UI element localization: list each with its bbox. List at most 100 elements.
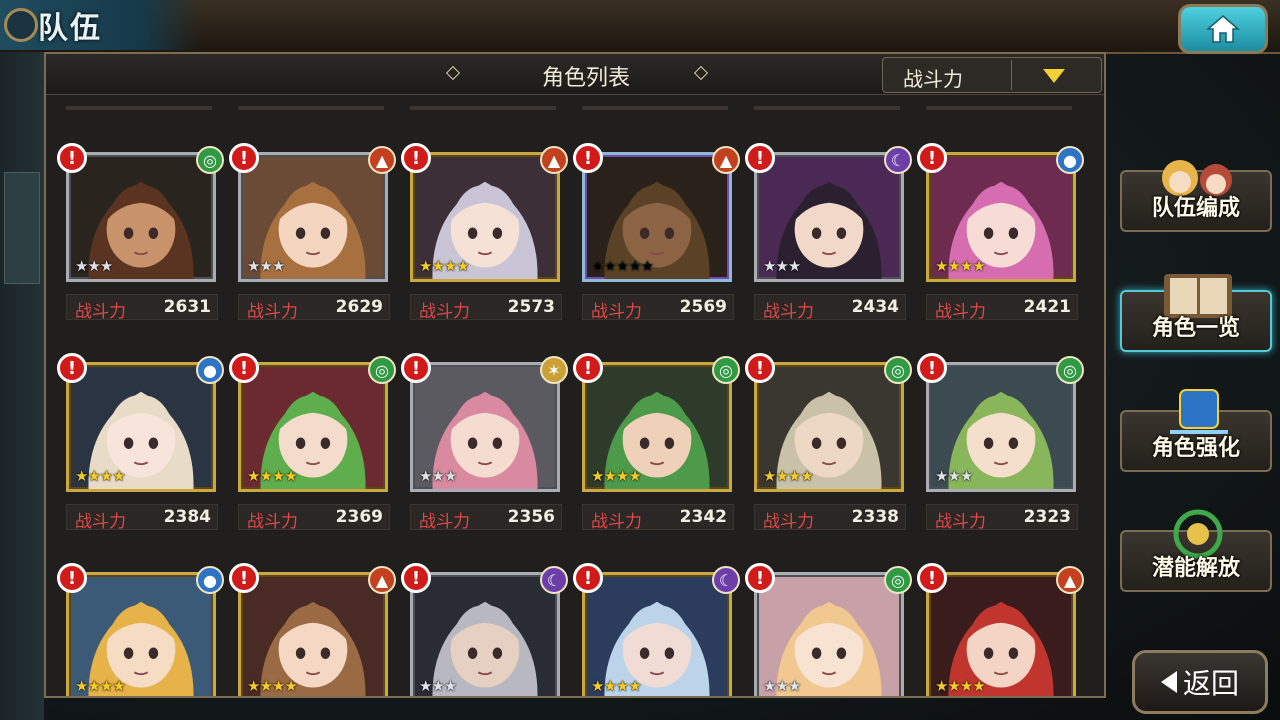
alert-badge-icon: ! [573,563,603,593]
dark-element-icon: ☾ [540,566,568,594]
rarity-stars: ★★★ [763,257,801,275]
character-portrait[interactable]: ★★★★ [926,572,1076,696]
alert-badge-icon: ! [57,143,87,173]
rarity-stars: ★★★★ [247,677,298,695]
home-icon [1206,15,1240,43]
power-label: 战斗力 [419,512,470,532]
alert-badge-icon: ! [573,353,603,383]
character-portrait[interactable]: ★★★★ [238,572,388,696]
rarity-stars: ★★★★ [75,677,126,695]
rarity-stars: ★★★★ [763,467,814,485]
wind-element-icon: ◎ [368,356,396,384]
character-portrait[interactable]: ★★★★ [66,362,216,492]
top-bar: 队伍 [0,0,1280,54]
menu-label: 潜能解放 [1151,556,1240,581]
panel-header: 角色列表 战斗力 [46,54,1104,95]
character-portrait[interactable]: ★★★★ [66,572,216,696]
sort-dropdown[interactable]: 战斗力 [882,57,1102,93]
alert-badge-icon: ! [745,563,775,593]
power-bar: 战斗力 2631 [66,294,218,322]
character-portrait[interactable]: ★★★★★ [582,152,732,282]
power-bar: 战斗力 2629 [238,294,390,322]
previous-row-stub [410,106,556,110]
alert-badge-icon: ! [229,353,259,383]
power-bar: 战斗力 2356 [410,504,562,532]
power-bar: 战斗力 2573 [410,294,562,322]
power-value: 2323 [1023,507,1071,527]
rarity-stars: ★★★★ [247,467,298,485]
wind-element-icon: ◎ [884,566,912,594]
panel-title: 角色列表 [541,66,630,91]
rarity-stars: ★★★ [419,467,457,485]
power-bar: 战斗力 2342 [582,504,734,532]
team-formation-button[interactable]: 队伍编成 [1120,160,1272,232]
fire-element-icon: ▲ [368,566,396,594]
rarity-stars: ★★★★ [419,257,470,275]
character-portrait[interactable]: ★★★ [926,362,1076,492]
wind-element-icon: ◎ [196,146,224,174]
rarity-stars: ★★★ [935,467,973,485]
dropdown-arrow-icon[interactable] [1043,69,1065,83]
power-value: 2434 [851,297,899,317]
water-element-icon: ● [196,356,224,384]
light-element-icon: ✶ [540,356,568,384]
character-portrait[interactable]: ★★★ [410,572,560,696]
character-portrait[interactable]: ★★★★ [926,152,1076,282]
alert-badge-icon: ! [229,143,259,173]
character-list-button[interactable]: 角色一览 [1120,274,1272,352]
diamond-ornament-icon [693,65,709,81]
power-bar: 战斗力 2434 [754,294,906,322]
alert-badge-icon: ! [401,353,431,383]
character-list-panel: ★★★! ◎ 战斗力 2631 ★★★! ▲ 战斗力 2629 ★★★★! ▲ 战斗力 2573 ★★★… [44,52,1106,698]
rarity-stars: ★★★★ [591,467,642,485]
power-label: 战斗力 [247,512,298,532]
character-enhance-button[interactable]: 角色强化 [1120,389,1272,472]
power-value: 2573 [507,297,555,317]
power-value: 2384 [163,507,211,527]
character-portrait[interactable]: ★★★★ [754,362,904,492]
character-portrait[interactable]: ★★★ [238,152,388,282]
wind-element-icon: ◎ [712,356,740,384]
character-portrait[interactable]: ★★★ [754,152,904,282]
power-label: 战斗力 [591,512,642,532]
potential-unlock-button[interactable]: 潜能解放 [1120,509,1272,592]
rarity-stars: ★★★ [75,257,113,275]
power-bar: 战斗力 2384 [66,504,218,532]
menu-label: 角色强化 [1151,436,1240,461]
power-value: 2342 [679,507,727,527]
character-portrait[interactable]: ★★★ [66,152,216,282]
alert-badge-icon: ! [917,563,947,593]
character-portrait[interactable]: ★★★★ [582,362,732,492]
alert-badge-icon: ! [401,143,431,173]
power-value: 2629 [335,297,383,317]
rarity-stars: ★★★★ [75,467,126,485]
character-portrait[interactable]: ★★★★ [582,572,732,696]
character-portrait[interactable]: ★★★★ [410,152,560,282]
power-label: 战斗力 [935,512,986,532]
menu-label: 队伍编成 [1151,196,1240,221]
power-value: 2356 [507,507,555,527]
power-label: 战斗力 [591,302,642,322]
rarity-stars: ★★★★ [591,677,642,695]
power-label: 战斗力 [935,302,986,322]
home-button[interactable] [1178,4,1268,54]
power-bar: 战斗力 2338 [754,504,906,532]
character-portrait[interactable]: ★★★ [754,572,904,696]
wind-element-icon: ◎ [1056,356,1084,384]
back-arrow-icon [1160,671,1177,693]
power-label: 战斗力 [247,302,298,322]
alert-badge-icon: ! [57,353,87,383]
alert-badge-icon: ! [745,143,775,173]
previous-row-stub [582,106,728,110]
fire-element-icon: ▲ [540,146,568,174]
dark-element-icon: ☾ [712,566,740,594]
alert-badge-icon: ! [229,563,259,593]
power-value: 2369 [335,507,383,527]
character-portrait[interactable]: ★★★★ [238,362,388,492]
power-value: 2421 [1023,297,1071,317]
power-bar: 战斗力 2421 [926,294,1078,322]
fire-element-icon: ▲ [368,146,396,174]
rarity-stars: ★★★ [763,677,801,695]
back-button[interactable]: 返回 [1132,650,1268,714]
character-portrait[interactable]: ★★★ [410,362,560,492]
